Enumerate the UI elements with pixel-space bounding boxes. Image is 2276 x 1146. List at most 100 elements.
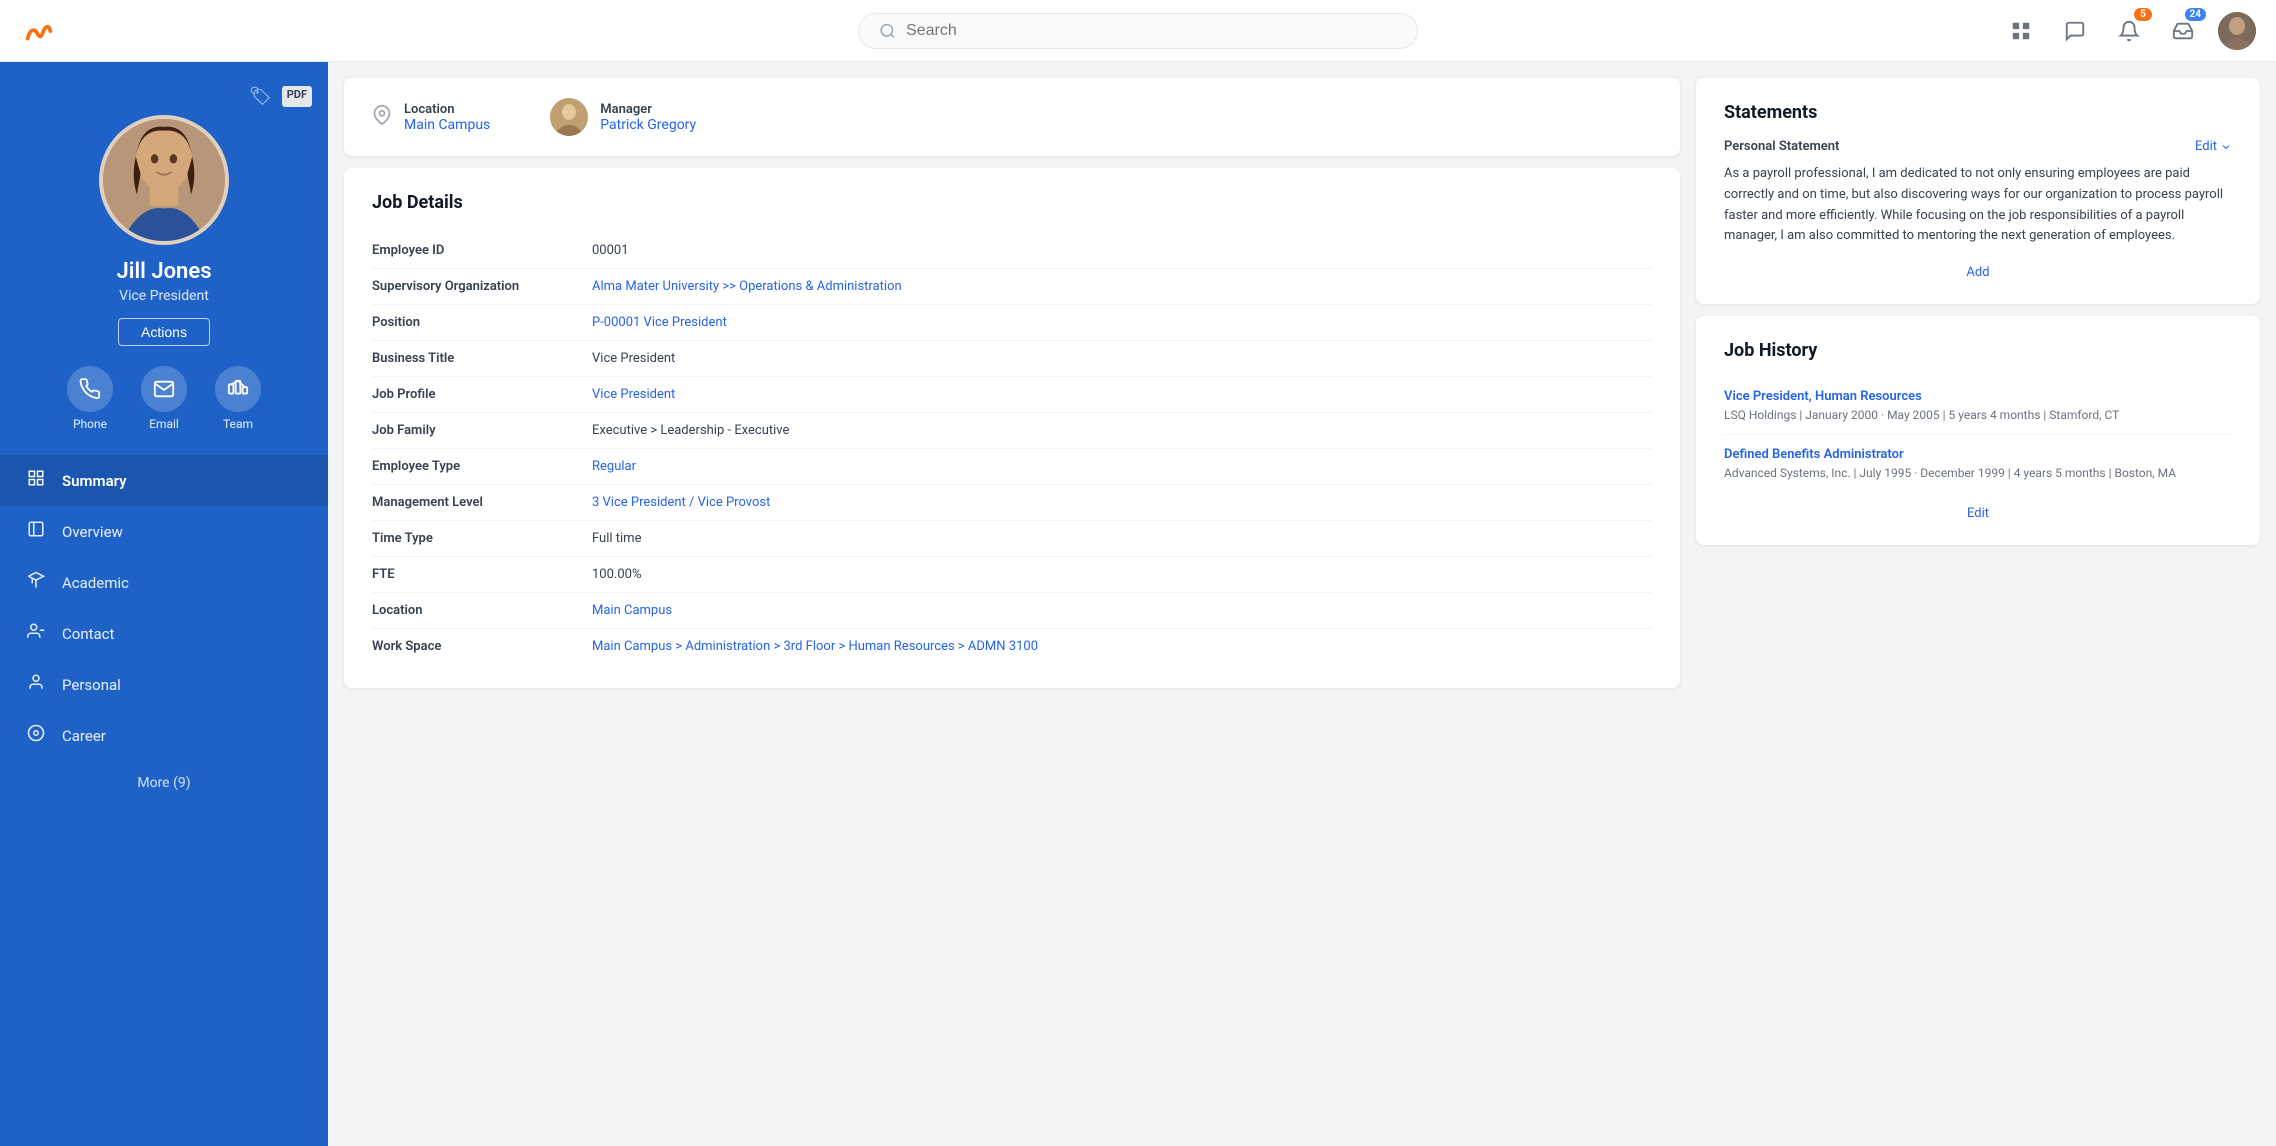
topnav-right: 5 24: [2002, 12, 2256, 50]
actions-button[interactable]: Actions: [118, 318, 210, 346]
contact-icon: [24, 622, 48, 645]
sidebar-item-personal[interactable]: Personal: [0, 659, 328, 710]
job-row-label: Job Profile: [372, 387, 592, 402]
list-item: Vice President, Human ResourcesLSQ Holdi…: [1724, 377, 2232, 435]
app-logo[interactable]: [20, 12, 58, 50]
search-icon: [879, 22, 896, 40]
sidebar-item-overview[interactable]: Overview: [0, 506, 328, 557]
job-row-label: Position: [372, 315, 592, 330]
sidebar-nav: Summary Overview Academi: [0, 455, 328, 761]
job-row-value[interactable]: 3 Vice President / Vice Provost: [592, 495, 1652, 510]
job-row-value: 100.00%: [592, 567, 1652, 582]
job-row-value[interactable]: Regular: [592, 459, 1652, 474]
job-history-edit-button[interactable]: Edit: [1724, 506, 2232, 521]
location-value[interactable]: Main Campus: [404, 117, 490, 133]
job-row-value: Vice President: [592, 351, 1652, 366]
table-row: LocationMain Campus: [372, 593, 1652, 629]
table-row: Time TypeFull time: [372, 521, 1652, 557]
job-row-label: Business Title: [372, 351, 592, 366]
job-details-rows: Employee ID00001Supervisory Organization…: [372, 233, 1652, 664]
right-panel: Statements Personal Statement Edit As a …: [1696, 62, 2276, 1146]
statements-card: Statements Personal Statement Edit As a …: [1696, 78, 2260, 304]
team-button[interactable]: Team: [215, 366, 261, 431]
contact-label: Contact: [62, 625, 114, 643]
manager-value[interactable]: Patrick Gregory: [600, 117, 696, 133]
table-row: Work SpaceMain Campus > Administration >…: [372, 629, 1652, 664]
location-label: Location: [404, 102, 490, 117]
profile-title: Vice President: [119, 288, 209, 304]
job-row-value[interactable]: Main Campus > Administration > 3rd Floor…: [592, 639, 1652, 654]
personal-label: Personal: [62, 676, 121, 694]
email-label: Email: [149, 417, 179, 431]
academic-label: Academic: [62, 574, 129, 592]
team-label: Team: [223, 417, 253, 431]
content-area: Location Main Campus Manager Pa: [328, 62, 1696, 1146]
job-row-label: Time Type: [372, 531, 592, 546]
table-row: Management Level3 Vice President / Vice …: [372, 485, 1652, 521]
location-details: Location Main Campus: [404, 102, 490, 133]
location-item: Location Main Campus: [372, 102, 490, 133]
table-row: Employee ID00001: [372, 233, 1652, 269]
sidebar: 🏷 PDF Jill Jones Vice President: [0, 62, 328, 1146]
inbox-badge: 24: [2185, 8, 2206, 21]
tag-icon[interactable]: 🏷: [249, 86, 272, 107]
manager-details: Manager Patrick Gregory: [600, 102, 696, 133]
profile-name: Jill Jones: [116, 259, 211, 284]
chat-icon: [2064, 20, 2086, 42]
table-row: Job ProfileVice President: [372, 377, 1652, 413]
table-row: Business TitleVice President: [372, 341, 1652, 377]
user-avatar-nav[interactable]: [2218, 12, 2256, 50]
job-history-items: Vice President, Human ResourcesLSQ Holdi…: [1724, 377, 2232, 492]
job-row-value[interactable]: Alma Mater University >> Operations & Ad…: [592, 279, 1652, 294]
statements-add-button[interactable]: Add: [1724, 265, 2232, 280]
career-icon: [24, 724, 48, 747]
phone-button[interactable]: Phone: [67, 366, 113, 431]
sidebar-item-academic[interactable]: Academic: [0, 557, 328, 608]
sidebar-item-contact[interactable]: Contact: [0, 608, 328, 659]
main-layout: 🏷 PDF Jill Jones Vice President: [0, 62, 2276, 1146]
manager-avatar: [550, 98, 588, 136]
sidebar-item-career[interactable]: Career: [0, 710, 328, 761]
phone-label: Phone: [73, 417, 107, 431]
sidebar-quick-icons: Phone Email: [67, 366, 261, 431]
notifications-button[interactable]: 5: [2110, 12, 2148, 50]
apps-button[interactable]: [2002, 12, 2040, 50]
sidebar-top-icons: 🏷 PDF: [249, 86, 328, 107]
job-row-value[interactable]: Vice President: [592, 387, 1652, 402]
table-row: FTE100.00%: [372, 557, 1652, 593]
personal-icon: [24, 673, 48, 696]
chevron-down-icon: [2220, 141, 2232, 153]
apps-icon: [2010, 20, 2032, 42]
job-row-label: FTE: [372, 567, 592, 582]
sidebar-item-summary[interactable]: Summary: [0, 455, 328, 506]
job-row-value[interactable]: P-00001 Vice President: [592, 315, 1652, 330]
job-row-label: Job Family: [372, 423, 592, 438]
job-row-value: 00001: [592, 243, 1652, 258]
table-row: Supervisory OrganizationAlma Mater Unive…: [372, 269, 1652, 305]
history-role[interactable]: Defined Benefits Administrator: [1724, 447, 2232, 462]
history-role[interactable]: Vice President, Human Resources: [1724, 389, 2232, 404]
location-manager-bar: Location Main Campus Manager Pa: [344, 78, 1680, 156]
search-bar[interactable]: [858, 13, 1418, 49]
email-button[interactable]: Email: [141, 366, 187, 431]
career-label: Career: [62, 727, 106, 745]
statements-title: Statements: [1724, 102, 2232, 123]
job-row-value[interactable]: Main Campus: [592, 603, 1652, 618]
bell-icon: [2118, 20, 2140, 42]
job-row-label: Work Space: [372, 639, 592, 654]
job-row-label: Supervisory Organization: [372, 279, 592, 294]
bell-badge: 5: [2134, 8, 2152, 21]
inbox-button[interactable]: 24: [2164, 12, 2202, 50]
chat-button[interactable]: [2056, 12, 2094, 50]
overview-label: Overview: [62, 523, 123, 541]
sidebar-more[interactable]: More (9): [113, 761, 214, 805]
summary-label: Summary: [62, 472, 127, 490]
table-row: PositionP-00001 Vice President: [372, 305, 1652, 341]
job-history-card: Job History Vice President, Human Resour…: [1696, 316, 2260, 545]
search-input[interactable]: [906, 22, 1397, 40]
phone-icon: [67, 366, 113, 412]
pdf-icon[interactable]: PDF: [282, 86, 312, 107]
table-row: Employee TypeRegular: [372, 449, 1652, 485]
statement-text: As a payroll professional, I am dedicate…: [1724, 164, 2232, 247]
statements-edit-button[interactable]: Edit: [2195, 139, 2232, 154]
